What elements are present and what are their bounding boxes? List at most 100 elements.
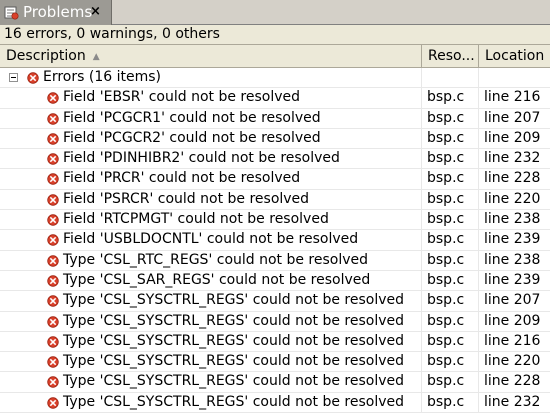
description-cell: Field 'RTCPMGT' could not be resolved [0,210,422,230]
table-row[interactable]: Type 'CSL_SYSCTRL_REGS' could not be res… [0,311,550,332]
error-icon [47,234,59,247]
error-icon [47,336,59,348]
table-row[interactable]: Type 'CSL_RTC_REGS' could not be resolve… [0,250,550,271]
resource-cell: bsp.c [422,291,479,311]
error-description: Type 'CSL_SYSCTRL_REGS' could not be res… [63,332,404,349]
resource-cell: bsp.c [422,331,479,352]
location-cell: line 232 [484,393,541,410]
resource-cell: bsp.c [422,250,479,270]
resource-cell: bsp.c [422,352,479,372]
column-header-location-label: Location [485,48,545,64]
table-row[interactable]: Field 'PCGCR2' could not be resolved bsp.… [0,128,550,150]
description-cell: Field 'PSRCR' could not be resolved [0,189,422,210]
column-header-location[interactable]: Location [479,45,550,67]
error-icon [47,214,59,226]
resource-cell: bsp.c [422,230,479,250]
location-cell: line 220 [484,190,541,207]
error-description: Type 'CSL_SAR_REGS' could not be resolve… [63,271,371,288]
location-cell: line 239 [484,271,541,288]
table-row[interactable]: Field 'USBLDOCNTL' could not be resolved… [0,230,550,251]
collapse-toggle-icon[interactable] [9,73,18,82]
error-icon [47,275,59,287]
location-cell: line 220 [484,353,541,370]
view-tab-bar: Problems × [0,0,550,25]
problems-summary: 16 errors, 0 warnings, 0 others [0,25,550,44]
group-row-errors[interactable]: Errors (16 items) [0,68,550,89]
error-description: Type 'CSL_SYSCTRL_REGS' could not be res… [63,373,404,390]
error-icon [47,173,59,186]
location-cell: line 239 [484,231,541,248]
error-description: Field 'PSRCR' could not be resolved [63,190,310,207]
table-row[interactable]: Type 'CSL_SYSCTRL_REGS' could not be res… [0,331,550,353]
group-label: Errors (16 items) [43,69,161,85]
error-icon [47,254,59,267]
location-cell: line 228 [484,373,541,390]
resource-cell: bsp.c [422,210,479,230]
resource-cell: bsp.c [422,270,479,291]
description-cell: Type 'CSL_RTC_REGS' could not be resolve… [0,250,422,270]
column-header-resource[interactable]: Reso... [422,45,479,67]
sort-ascending-icon: ▲ [92,52,100,62]
error-icon [47,295,59,307]
error-icon [47,356,59,368]
table-header: Description ▲ Reso... Location [0,44,550,68]
table-row[interactable]: Type 'CSL_SYSCTRL_REGS' could not be res… [0,291,550,312]
location-cell: line 228 [484,170,541,187]
table-row[interactable]: Type 'CSL_SAR_REGS' could not be resolve… [0,270,550,292]
close-icon[interactable]: × [90,3,101,20]
table-row[interactable]: Field 'EBSR' could not be resolved bsp.c l… [0,88,550,109]
table-row[interactable]: Type 'CSL_SYSCTRL_REGS' could not be res… [0,392,550,414]
error-description: Field 'PCGCR1' could not be resolved [63,109,321,126]
summary-text: 16 errors, 0 warnings, 0 others [4,26,220,42]
column-header-description-label: Description [6,48,86,64]
error-description: Field 'RTCPMGT' could not be resolved [63,211,329,228]
error-description: Field 'USBLDOCNTL' could not be resolved [63,231,359,248]
location-cell: line 207 [484,109,541,126]
location-cell: line 207 [484,292,541,309]
column-header-resource-label: Reso... [428,48,475,64]
description-cell: Field 'PCGCR2' could not be resolved [0,128,422,149]
table-row[interactable]: Type 'CSL_SYSCTRL_REGS' could not be res… [0,352,550,373]
column-header-description[interactable]: Description ▲ [0,45,422,67]
description-cell: Type 'CSL_SAR_REGS' could not be resolve… [0,270,422,291]
resource-cell: bsp.c [422,149,479,169]
error-icon [47,133,59,145]
location-cell: line 232 [484,150,541,167]
table-row[interactable]: Field 'RTCPMGT' could not be resolved bsp… [0,210,550,231]
table-row[interactable]: Field 'PSRCR' could not be resolved bsp.c… [0,189,550,211]
resource-cell: bsp.c [422,88,479,108]
description-cell: Type 'CSL_SYSCTRL_REGS' could not be res… [0,352,422,372]
description-cell: Field 'USBLDOCNTL' could not be resolved [0,230,422,250]
error-description: Field 'PRCR' could not be resolved [63,170,301,187]
problems-table-body: Errors (16 items) Field 'EBSR' could not… [0,68,550,414]
table-row[interactable]: Type 'CSL_SYSCTRL_REGS' could not be res… [0,372,550,393]
error-icon [27,72,39,84]
error-icon [47,112,59,125]
tab-title: Problems [23,3,93,21]
tab-problems[interactable]: Problems × [0,0,112,25]
resource-cell: bsp.c [422,392,479,413]
resource-cell: bsp.c [422,311,479,331]
resource-cell: bsp.c [422,372,479,392]
location-cell: line 216 [484,89,541,106]
description-cell: Type 'CSL_SYSCTRL_REGS' could not be res… [0,291,422,311]
group-resource-cell [422,68,479,88]
problems-view-icon [4,6,19,20]
error-icon [47,153,59,165]
error-icon [47,92,59,104]
description-cell: Field 'PRCR' could not be resolved [0,169,422,189]
group-location-cell [479,68,550,87]
description-cell: Type 'CSL_SYSCTRL_REGS' could not be res… [0,331,422,352]
error-description: Type 'CSL_SYSCTRL_REGS' could not be res… [63,393,404,410]
description-cell: Field 'EBSR' could not be resolved [0,88,422,108]
error-icon [47,194,59,206]
problems-view: Problems × 16 errors, 0 warnings, 0 othe… [0,0,550,414]
table-row[interactable]: Field 'PRCR' could not be resolved bsp.c l… [0,169,550,190]
location-cell: line 216 [484,332,541,349]
error-description: Field 'PCGCR2' could not be resolved [63,129,321,146]
description-cell: Field 'PDINHIBR2' could not be resolved [0,149,422,169]
resource-cell: bsp.c [422,189,479,210]
location-cell: line 209 [484,129,541,146]
table-row[interactable]: Field 'PDINHIBR2' could not be resolved b… [0,149,550,170]
table-row[interactable]: Field 'PCGCR1' could not be resolved bsp.… [0,108,550,129]
